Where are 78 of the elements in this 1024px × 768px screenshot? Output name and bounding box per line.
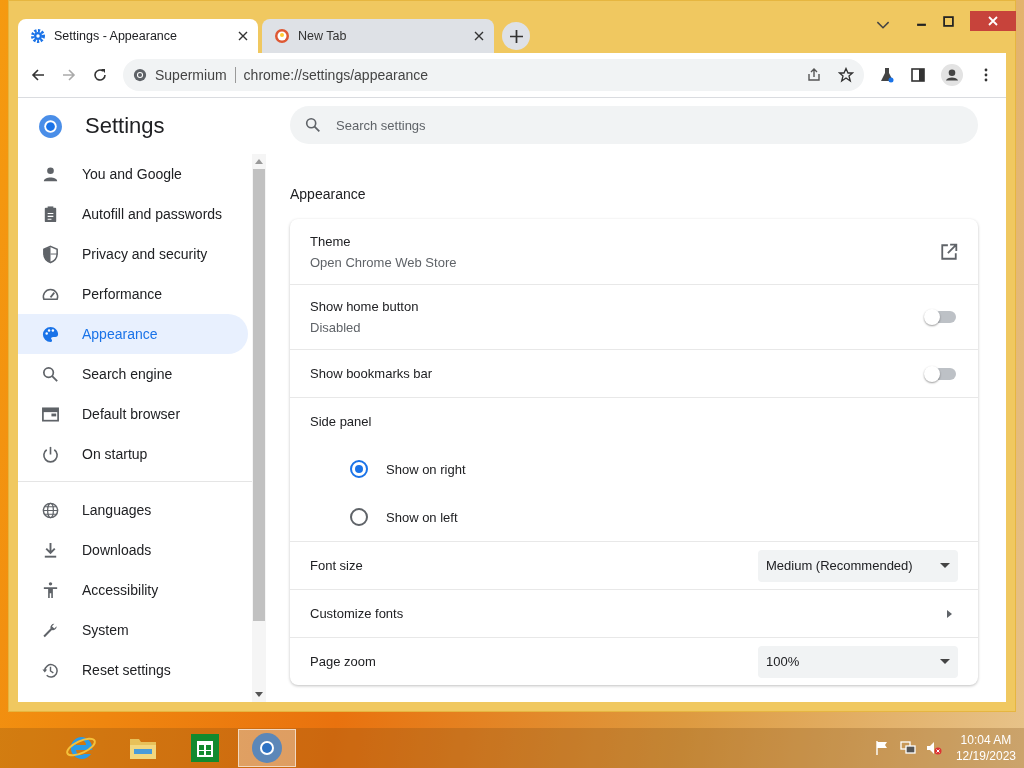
section-title: Appearance (290, 186, 367, 202)
site-name: Supermium (155, 67, 227, 83)
external-link-icon[interactable] (940, 242, 958, 261)
new-tab-button[interactable] (502, 22, 530, 50)
duck-icon (274, 28, 290, 44)
row-title: Page zoom (310, 654, 376, 669)
sidebar-item[interactable]: On startup (18, 434, 248, 474)
search-icon (41, 364, 60, 384)
toggle-switch[interactable] (926, 367, 956, 380)
flask-icon[interactable] (879, 67, 895, 83)
back-icon[interactable] (30, 67, 46, 83)
settings-title: Settings (85, 113, 165, 139)
dropdown-arrow-icon (940, 659, 950, 664)
chromium-icon (251, 732, 283, 764)
globe-icon (41, 500, 60, 520)
radio-button[interactable] (350, 460, 368, 478)
sidebar-item[interactable]: Languages (18, 490, 248, 530)
flag-icon[interactable] (873, 740, 890, 756)
chromium-icon (133, 68, 147, 82)
close-icon[interactable] (238, 31, 248, 41)
row-title: Side panel (310, 414, 372, 429)
close-icon (988, 16, 998, 26)
close-icon[interactable] (474, 31, 484, 41)
scroll-down-icon[interactable] (255, 692, 263, 697)
reload-icon[interactable] (92, 67, 108, 83)
search-field[interactable]: Search settings (290, 106, 978, 144)
url-text: chrome://settings/appearance (243, 67, 429, 83)
row-title: Customize fonts (310, 606, 404, 621)
close-button[interactable] (970, 11, 1016, 31)
network-icon[interactable] (899, 740, 916, 756)
sidebar-item[interactable]: Privacy and security (18, 234, 248, 274)
row-title: Show bookmarks bar (310, 366, 433, 381)
toggle-switch[interactable] (926, 311, 956, 323)
sidebar-item[interactable]: You and Google (18, 154, 248, 194)
sidebar-item[interactable]: Autofill and passwords (18, 194, 248, 234)
maximize-icon[interactable] (943, 16, 954, 27)
radio-label: Show on left (386, 509, 458, 525)
star-icon[interactable] (838, 67, 854, 83)
address-bar[interactable]: Supermium chrome://settings/appearance (123, 59, 864, 91)
side-panel-icon[interactable] (910, 67, 926, 83)
taskbar-app[interactable] (238, 729, 296, 767)
sidebar-item[interactable]: Accessibility (18, 570, 248, 610)
gear-icon (30, 28, 46, 44)
chevron-icon[interactable] (876, 21, 890, 30)
dropdown-arrow-icon (940, 563, 950, 568)
power-icon (41, 444, 60, 464)
search-icon (304, 116, 322, 134)
chromium-logo-icon (38, 113, 63, 139)
row-title: Show home button (310, 299, 419, 314)
dropdown[interactable]: 100% (758, 645, 958, 678)
row-subtitle: Open Chrome Web Store (310, 254, 457, 270)
sidebar-item[interactable]: System (18, 610, 248, 650)
dropdown[interactable]: Medium (Recommended) (758, 549, 958, 582)
sidebar-item[interactable]: Reset settings (18, 650, 248, 690)
palette-icon (41, 324, 60, 344)
sidebar-item[interactable]: Search engine (18, 354, 248, 394)
browser-tab[interactable]: Settings - Appearance (18, 19, 258, 53)
radio-button[interactable] (350, 508, 368, 526)
shield-icon (41, 244, 60, 264)
share-icon[interactable] (806, 67, 822, 83)
radio-label: Show on right (386, 461, 466, 477)
store-icon (189, 732, 221, 764)
row-subtitle: Disabled (310, 320, 362, 335)
sidebar-item[interactable]: Downloads (18, 530, 248, 570)
scroll-up-icon[interactable] (255, 159, 263, 164)
profile-icon[interactable] (941, 64, 963, 86)
sidebar-item[interactable]: Default browser (18, 394, 248, 434)
sidebar-item[interactable]: Performance (18, 274, 248, 314)
row-title: Font size (310, 558, 363, 573)
sidebar-item[interactable]: Appearance (18, 314, 248, 354)
caret-icon[interactable] (947, 609, 952, 618)
plus-icon (509, 29, 523, 43)
browser-icon (41, 404, 60, 424)
scrollbar[interactable] (252, 154, 266, 702)
browser-tab[interactable]: New Tab (262, 19, 494, 53)
muted-speaker-icon[interactable] (925, 740, 942, 756)
row-title: Theme (310, 233, 352, 249)
person-icon (41, 164, 60, 184)
